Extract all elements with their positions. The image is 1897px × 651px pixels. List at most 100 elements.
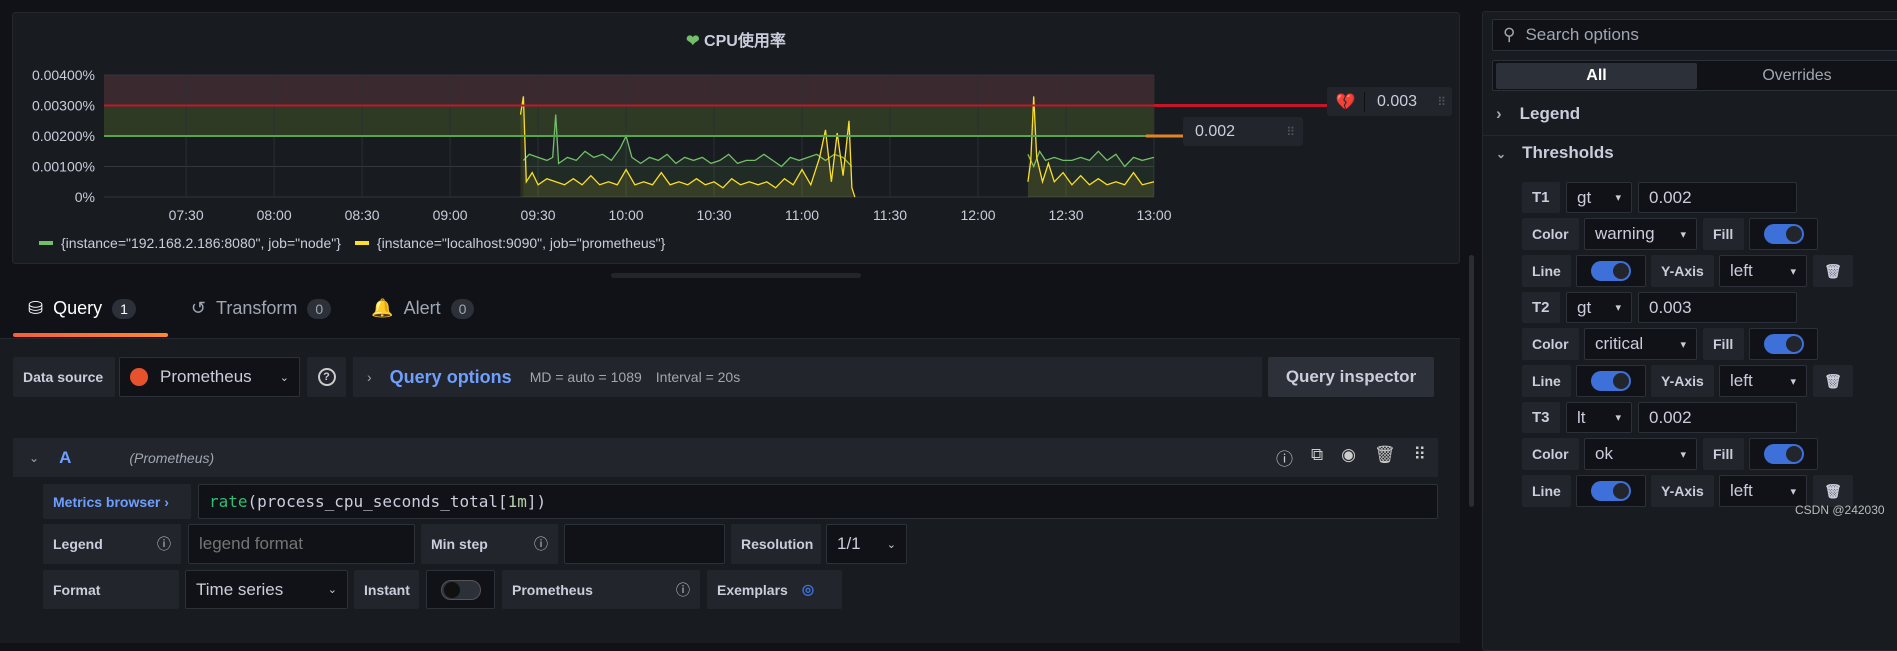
help-icon[interactable]: ⓘ [1276,445,1293,470]
yaxis-select[interactable]: left ▾ [1719,255,1807,287]
legend-item[interactable]: {instance="localhost:9090", job="prometh… [354,235,665,251]
yaxis-select[interactable]: left ▾ [1719,475,1807,507]
caret-down-icon: ▾ [1790,265,1796,278]
query-row-header[interactable]: ⌄ A (Prometheus) ⓘ ⧉ ◉ 🗑 ⠿ [13,438,1438,477]
editor-scrollbar[interactable] [1469,255,1474,507]
datasource-label: Data source [13,357,115,397]
threshold-handle-t2[interactable]: 💔 0.003 ⠿ [1327,87,1452,116]
threshold-color-select[interactable]: warning ▾ [1584,218,1697,250]
editor-tabs: ⛁ Query 1 ↺ Transform 0 🔔 Alert 0 [13,298,475,319]
legend-section-header[interactable]: › Legend [1496,104,1580,124]
threshold-value-input[interactable]: 0.002 [1638,182,1797,213]
instant-toggle-box [426,570,495,609]
instant-toggle[interactable] [440,579,481,600]
fill-toggle-box [1749,218,1818,250]
exemplars-toggle[interactable]: Exemplars ◎ [707,570,842,609]
threshold-name: T1 [1522,182,1560,213]
delete-threshold-button[interactable]: 🗑 [1813,365,1853,397]
line-toggle-box [1576,255,1646,287]
threshold-color-select[interactable]: critical ▾ [1584,328,1697,360]
panel-resize-handle[interactable] [611,273,861,278]
x-tick-label: 07:30 [169,207,204,223]
promql-query-input[interactable]: rate (process_cpu_seconds_total[1m]) [198,484,1438,519]
drag-handle-icon[interactable]: ⠿ [1414,445,1426,470]
threshold-operator-select[interactable]: lt ▾ [1566,402,1632,433]
y-tick-label: 0.00100% [32,159,95,175]
fill-label: Fill [1703,438,1744,470]
caret-down-icon: ▾ [1615,412,1621,424]
threshold-value-input[interactable]: 0.003 [1638,292,1797,323]
caret-down-icon: ▾ [1680,448,1686,461]
copy-icon[interactable]: ⧉ [1311,445,1323,470]
x-tick-label: 12:00 [960,207,995,223]
transform-icon: ↺ [190,298,207,318]
y-tick-label: 0.00200% [32,128,95,144]
broken-heart-icon: 💔 [1327,91,1365,112]
query-inspector-button[interactable]: Query inspector [1268,357,1434,397]
legend: {instance="192.168.2.186:8080", job="nod… [39,235,665,251]
threshold-operator-select[interactable]: gt ▾ [1566,182,1632,213]
threshold-handle-t1[interactable]: 0.002 ⠿ [1183,117,1303,146]
tab-all[interactable]: All [1496,63,1697,89]
format-select[interactable]: Time series ⌄ [185,570,348,609]
trash-icon[interactable]: 🗑 [1374,445,1396,470]
line-toggle[interactable] [1591,261,1631,281]
metrics-browser-button[interactable]: Metrics browser › [43,484,191,519]
info-icon[interactable]: ⓘ [157,534,171,554]
info-icon[interactable]: ⓘ [676,580,690,600]
thresholds-section-header[interactable]: ⌄ Thresholds [1496,143,1614,163]
threshold-operator-select[interactable]: gt ▾ [1566,292,1632,323]
drag-handle-icon: ⠿ [1437,94,1446,109]
x-tick-label: 10:30 [697,207,732,223]
fill-toggle[interactable] [1763,444,1804,464]
x-tick-label: 12:30 [1048,207,1083,223]
info-icon[interactable]: ⓘ [534,534,548,554]
yaxis-select[interactable]: left ▾ [1719,365,1807,397]
watermark: CSDN @242030 [1795,503,1885,517]
bell-icon: 🔔 [371,298,394,318]
y-tick-label: 0.00300% [32,98,95,114]
tab-query[interactable]: ⛁ Query 1 [13,298,151,319]
caret-down-icon: ▾ [1790,375,1796,388]
query-options-bar[interactable]: › Query options MD = auto = 1089 Interva… [353,357,1262,397]
tab-alert[interactable]: 🔔 Alert 0 [371,298,475,319]
x-tick-label: 08:00 [257,207,292,223]
eye-icon: ◎ [801,581,815,597]
line-toggle[interactable] [1591,371,1631,391]
legend-swatch [354,241,369,245]
x-tick-label: 09:00 [433,207,468,223]
x-tick-label: 13:00 [1136,207,1171,223]
datasource-picker[interactable]: Prometheus ⌄ [119,357,300,397]
caret-down-icon: ▾ [1615,192,1621,204]
legend-label: Legend ⓘ [43,524,181,564]
color-label: Color [1522,328,1579,360]
delete-threshold-button[interactable]: 🗑 [1813,255,1853,287]
x-tick-label: 09:30 [521,207,556,223]
y-tick-label: 0% [75,189,95,205]
search-options-input[interactable]: ⚲ Search options [1492,19,1897,51]
resolution-select[interactable]: 1/1 ⌄ [826,524,907,564]
chevron-down-icon: ⌄ [279,371,289,384]
threshold-value-input[interactable]: 0.002 [1638,402,1797,433]
eye-icon[interactable]: ◉ [1341,445,1356,470]
fill-toggle[interactable] [1763,334,1804,354]
chevron-down-icon[interactable]: ⌄ [29,451,39,465]
line-toggle-box [1576,475,1646,507]
threshold-color-select[interactable]: ok ▾ [1584,438,1697,470]
fill-label: Fill [1703,328,1744,360]
tab-transform[interactable]: ↺ Transform 0 [190,298,332,319]
caret-down-icon: ▾ [1680,228,1686,241]
threshold-fill-critical [104,75,1154,106]
line-toggle[interactable] [1591,481,1631,501]
legend-item[interactable]: {instance="192.168.2.186:8080", job="nod… [39,235,341,251]
min-step-input[interactable] [564,524,725,564]
line-toggle-box [1576,365,1646,397]
fill-toggle[interactable] [1763,224,1804,244]
legend-format-input[interactable] [188,524,415,564]
yaxis-label: Y-Axis [1651,255,1714,287]
instant-label: Instant [354,570,419,609]
tab-overrides[interactable]: Overrides [1697,63,1897,89]
caret-down-icon: ▾ [1680,338,1686,351]
x-tick-label: 08:30 [345,207,380,223]
datasource-help-button[interactable]: ? [307,357,346,397]
